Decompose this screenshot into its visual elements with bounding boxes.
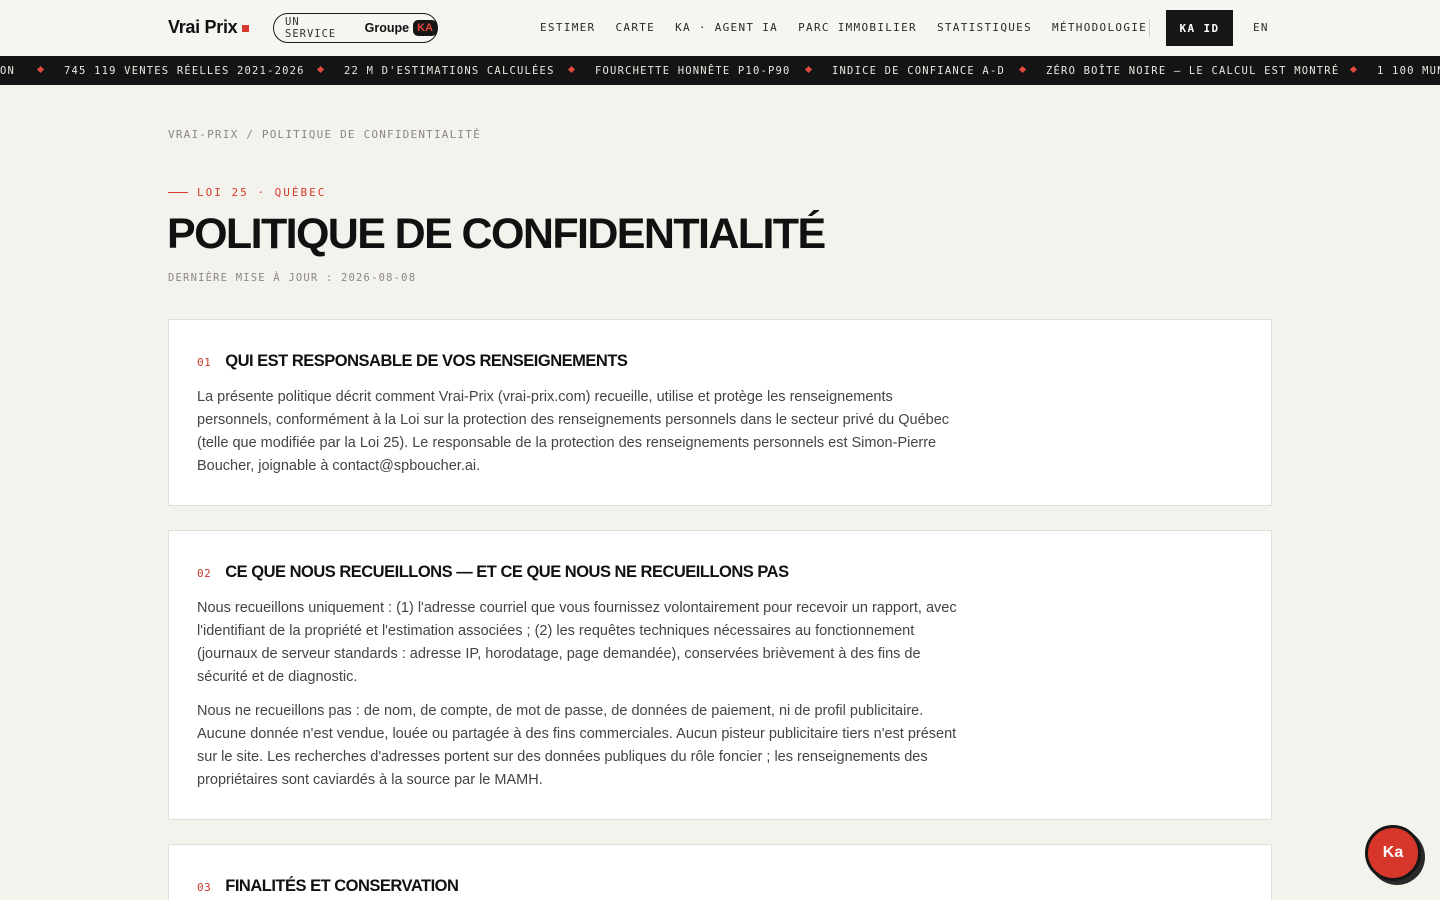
section-body: La présente politique décrit comment Vra…: [197, 386, 967, 489]
section-paragraph: Nous recueillons uniquement : (1) l'adre…: [197, 600, 957, 685]
ticker-item: 22 M D'ESTIMATIONS CALCULÉES: [344, 65, 555, 77]
page-title: POLITIQUE DE CONFIDENTIALITÉ: [167, 210, 826, 258]
ticker-item: ON: [0, 65, 16, 77]
ticker-diamond-icon: [804, 65, 813, 74]
service-prefix: UN SERVICE: [285, 16, 337, 40]
main-nav: ESTIMER CARTE KA · AGENT IA PARC IMMOBIL…: [540, 21, 1147, 34]
service-pill[interactable]: UN SERVICE Groupe KA: [273, 13, 438, 43]
section-title: FINALITÉS ET CONSERVATION: [225, 877, 459, 895]
ticker-item: ZÉRO BOÎTE NOIRE — LE CALCUL EST MONTRÉ: [1046, 65, 1340, 77]
ka-chat-button[interactable]: Ka: [1365, 825, 1421, 881]
eyebrow-text: LOI 25 · QUÉBEC: [197, 186, 327, 199]
ticker-item: INDICE DE CONFIANCE A-D: [832, 65, 1005, 77]
stats-ticker: ON 745 119 VENTES RÉELLES 2021-2026 22 M…: [0, 56, 1440, 85]
language-toggle[interactable]: EN: [1253, 21, 1269, 34]
eyebrow-rule: [168, 191, 188, 194]
section-title: QUI EST RESPONSABLE DE VOS RENSEIGNEMENT…: [225, 352, 628, 370]
policy-section: 01 QUI EST RESPONSABLE DE VOS RENSEIGNEM…: [168, 319, 1272, 506]
policy-section: 03 FINALITÉS ET CONSERVATION: [168, 844, 1272, 900]
section-number: 01: [197, 356, 212, 369]
nav-agent-ia[interactable]: KA · AGENT IA: [675, 21, 778, 34]
ticker-diamond-icon: [1018, 65, 1027, 74]
site-header: Vrai Prix UN SERVICE Groupe KA ESTIMER C…: [0, 0, 1440, 56]
section-title: CE QUE NOUS RECUEILLONS — ET CE QUE NOUS…: [225, 563, 789, 581]
section-number: 03: [197, 881, 212, 894]
ticker-item: 1 100 MUN: [1377, 65, 1440, 77]
section-heading: 01 QUI EST RESPONSABLE DE VOS RENSEIGNEM…: [197, 352, 628, 371]
ka-id-button[interactable]: KA ID: [1166, 10, 1233, 46]
ticker-item: 745 119 VENTES RÉELLES 2021-2026: [64, 65, 305, 77]
nav-carte[interactable]: CARTE: [615, 21, 655, 34]
nav-estimer[interactable]: ESTIMER: [540, 21, 595, 34]
section-paragraph: Nous ne recueillons pas : de nom, de com…: [197, 703, 957, 788]
service-group: Groupe: [364, 21, 410, 35]
ticker-diamond-icon: [36, 65, 45, 74]
nav-divider: [1149, 19, 1150, 37]
eyebrow: LOI 25 · QUÉBEC: [168, 186, 326, 199]
last-updated: DERNIÈRE MISE À JOUR : 2026-08-08: [168, 272, 417, 284]
ka-badge: KA: [413, 20, 437, 36]
ticker-diamond-icon: [316, 65, 325, 74]
logo-square-icon: [242, 25, 250, 32]
section-body: Nous recueillons uniquement : (1) l'adre…: [197, 597, 972, 803]
section-heading: 03 FINALITÉS ET CONSERVATION: [197, 877, 459, 896]
ticker-diamond-icon: [567, 65, 576, 74]
breadcrumb[interactable]: VRAI-PRIX / POLITIQUE DE CONFIDENTIALITÉ: [168, 128, 481, 141]
section-paragraph: La présente politique décrit comment Vra…: [197, 389, 950, 474]
logo[interactable]: Vrai Prix: [168, 17, 250, 38]
policy-section: 02 CE QUE NOUS RECUEILLONS — ET CE QUE N…: [168, 530, 1272, 820]
ticker-diamond-icon: [1349, 65, 1358, 74]
nav-statistiques[interactable]: STATISTIQUES: [937, 21, 1032, 34]
section-heading: 02 CE QUE NOUS RECUEILLONS — ET CE QUE N…: [197, 563, 789, 582]
nav-methodologie[interactable]: MÉTHODOLOGIE: [1052, 21, 1147, 34]
section-number: 02: [197, 567, 212, 580]
nav-parc-immobilier[interactable]: PARC IMMOBILIER: [798, 21, 917, 34]
ticker-item: FOURCHETTE HONNÊTE P10-P90: [595, 65, 791, 77]
